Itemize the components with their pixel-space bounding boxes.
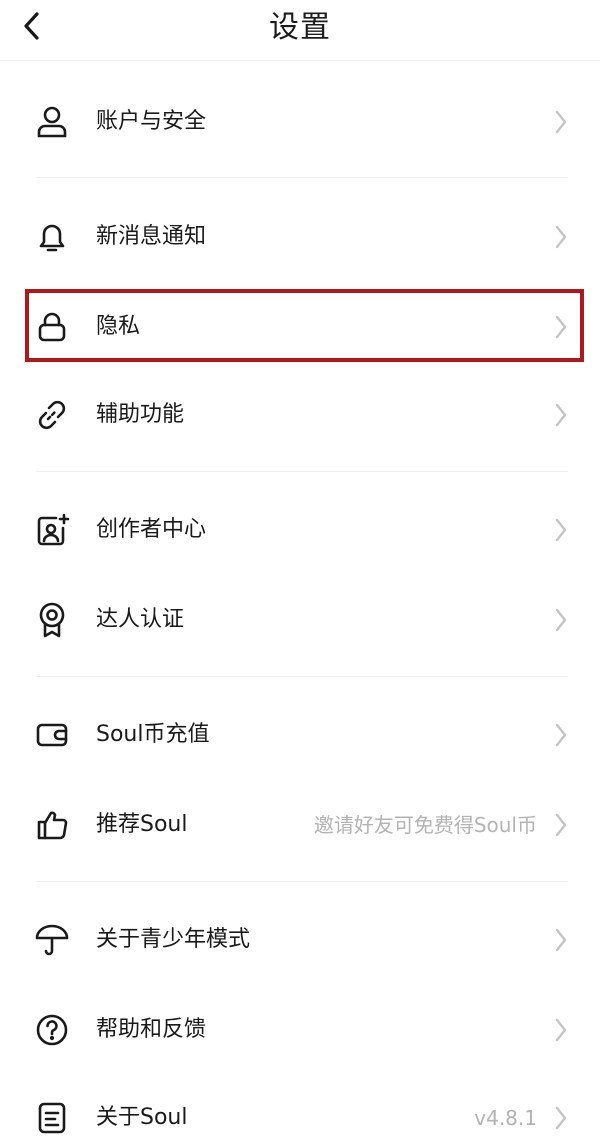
section-divider	[36, 881, 568, 882]
creator-icon	[32, 510, 72, 550]
chevron-right-icon	[555, 723, 567, 747]
app-version: v4.8.1	[474, 1106, 537, 1130]
menu-item-creator-center[interactable]: 创作者中心	[0, 500, 600, 560]
chevron-right-icon	[555, 813, 567, 837]
menu-item-label: 关于Soul	[96, 1105, 188, 1130]
menu-item-about-soul[interactable]: 关于Soul v4.8.1	[0, 1088, 600, 1148]
chevron-right-icon	[555, 1106, 567, 1130]
menu-item-label: 帮助和反馈	[96, 1017, 207, 1042]
umbrella-icon	[32, 920, 72, 960]
menu-item-label: 新消息通知	[96, 224, 207, 249]
menu-item-label: 账户与安全	[96, 109, 207, 134]
menu-item-label: 推荐Soul	[96, 812, 188, 837]
section-divider	[36, 471, 568, 472]
link-icon	[32, 395, 72, 435]
badge-icon	[32, 600, 72, 640]
menu-item-account-security[interactable]: 账户与安全	[0, 92, 600, 152]
thumbs-up-icon	[32, 805, 72, 845]
chevron-right-icon	[555, 1018, 567, 1042]
menu-item-accessibility[interactable]: 辅助功能	[0, 385, 600, 445]
menu-item-help-feedback[interactable]: 帮助和反馈	[0, 1000, 600, 1060]
bell-icon	[32, 217, 72, 257]
menu-item-expert-verification[interactable]: 达人认证	[0, 590, 600, 650]
chevron-right-icon	[555, 403, 567, 427]
highlight-frame	[25, 289, 584, 362]
menu-item-recommend-soul[interactable]: 推荐Soul 邀请好友可免费得Soul币	[0, 795, 600, 855]
menu-item-label: 创作者中心	[96, 517, 207, 542]
page-title: 设置	[269, 10, 331, 45]
document-icon	[32, 1098, 72, 1138]
chevron-right-icon	[555, 110, 567, 134]
menu-item-label: Soul币充值	[96, 722, 210, 747]
section-divider	[36, 177, 568, 178]
menu-item-label: 辅助功能	[96, 402, 185, 427]
chevron-right-icon	[555, 518, 567, 542]
menu-item-soul-coin-recharge[interactable]: Soul币充值	[0, 705, 600, 765]
chevron-right-icon	[555, 928, 567, 952]
menu-item-hint: 邀请好友可免费得Soul币	[313, 813, 537, 837]
help-circle-icon	[32, 1010, 72, 1050]
menu-item-notifications[interactable]: 新消息通知	[0, 207, 600, 267]
menu-item-label: 关于青少年模式	[96, 927, 251, 952]
section-divider	[36, 676, 568, 677]
wallet-icon	[32, 715, 72, 755]
chevron-right-icon	[555, 225, 567, 249]
user-icon	[32, 102, 72, 142]
menu-item-label: 达人认证	[96, 607, 185, 632]
chevron-right-icon	[555, 608, 567, 632]
menu-item-youth-mode[interactable]: 关于青少年模式	[0, 910, 600, 970]
header-bar: 设置	[0, 0, 600, 61]
